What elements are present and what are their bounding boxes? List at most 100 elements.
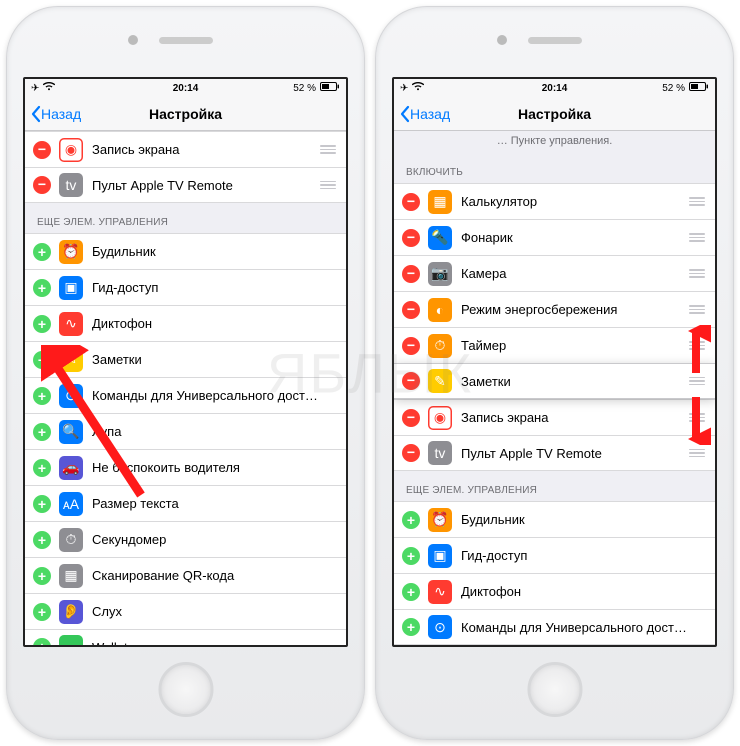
row-label: Слух — [92, 604, 338, 619]
table-row[interactable]: −▦Калькулятор — [394, 183, 715, 219]
table-row[interactable]: +⏰Будильник — [25, 233, 346, 269]
phone-left: ✈︎ 20:14 52 % Назад Настройка −◉Запись э… — [6, 6, 365, 740]
table-row[interactable]: +✎Заметки — [25, 341, 346, 377]
app-icon: ▭ — [59, 635, 83, 645]
table-row[interactable]: −tvПульт Apple TV Remote — [25, 167, 346, 203]
remove-button[interactable]: − — [402, 229, 420, 247]
back-button[interactable]: Назад — [394, 105, 450, 123]
app-icon: tv — [59, 173, 83, 197]
nav-bar: Назад Настройка — [394, 97, 715, 131]
reorder-grip-icon[interactable] — [318, 181, 338, 190]
app-icon: ◐ — [428, 298, 452, 322]
phone-camera — [497, 35, 507, 45]
reorder-grip-icon[interactable] — [687, 449, 707, 458]
row-label: Режим энергосбережения — [461, 302, 687, 317]
row-label: Гид-доступ — [92, 280, 338, 295]
remove-button[interactable]: − — [402, 193, 420, 211]
app-icon: ⏱ — [428, 334, 452, 358]
table-row[interactable]: +∿Диктофон — [394, 573, 715, 609]
table-row[interactable]: +👂Слух — [25, 593, 346, 629]
reorder-grip-icon[interactable] — [687, 233, 707, 242]
app-icon: 🚗 — [59, 456, 83, 480]
remove-button[interactable]: − — [402, 372, 420, 390]
table-row[interactable]: +▣Гид-доступ — [25, 269, 346, 305]
back-label: Назад — [41, 106, 81, 122]
table-row[interactable]: −✎Заметки — [394, 363, 715, 399]
row-label: Калькулятор — [461, 194, 687, 209]
table-row[interactable]: + ▭ Wallet — [25, 629, 346, 645]
table-row[interactable]: −◐ Режим энергосбережения — [394, 291, 715, 327]
table-row[interactable]: + 🚗 Не беспокоить водителя — [25, 449, 346, 485]
row-label: Команды для Универсального дост… — [92, 388, 338, 403]
section-header-more: ЕЩЕ ЭЛЕМ. УПРАВЛЕНИЯ — [25, 203, 346, 233]
add-button[interactable]: + — [402, 618, 420, 636]
remove-button[interactable]: − — [402, 444, 420, 462]
add-button[interactable]: + — [33, 387, 51, 405]
row-label: Секундомер — [92, 532, 338, 547]
app-icon: 🔦 — [428, 226, 452, 250]
row-label: Размер текста — [92, 496, 338, 511]
reorder-grip-icon[interactable] — [687, 341, 707, 350]
add-button[interactable]: + — [33, 638, 51, 645]
content-right[interactable]: … Пункте управления. ВКЛЮЧИТЬ −▦Калькуля… — [394, 131, 715, 645]
row-label: Wallet — [92, 640, 338, 646]
add-button[interactable]: + — [33, 567, 51, 585]
remove-button[interactable]: − — [402, 301, 420, 319]
app-icon: tv — [428, 441, 452, 465]
remove-button[interactable]: − — [402, 409, 420, 427]
add-button[interactable]: + — [33, 351, 51, 369]
add-button[interactable]: + — [402, 511, 420, 529]
home-button[interactable] — [527, 662, 582, 717]
app-icon: ᴀA — [59, 492, 83, 516]
phone-camera — [128, 35, 138, 45]
page-title: Настройка — [518, 106, 591, 122]
status-bar: ✈︎ 20:14 52 % — [394, 79, 715, 97]
table-row[interactable]: +🔍Лупа — [25, 413, 346, 449]
remove-button[interactable]: − — [33, 176, 51, 194]
add-button[interactable]: + — [33, 315, 51, 333]
app-icon: ▦ — [59, 564, 83, 588]
status-time: 20:14 — [542, 83, 568, 94]
add-button[interactable]: + — [33, 243, 51, 261]
reorder-grip-icon[interactable] — [687, 197, 707, 206]
table-row[interactable]: + ᴀA Размер текста — [25, 485, 346, 521]
app-icon: ⏰ — [428, 508, 452, 532]
table-row[interactable]: −📷Камера — [394, 255, 715, 291]
table-row[interactable]: −◉Запись экрана — [25, 131, 346, 167]
row-label: Будильник — [92, 244, 338, 259]
reorder-grip-icon[interactable] — [687, 269, 707, 278]
nav-bar: Назад Настройка — [25, 97, 346, 131]
table-row[interactable]: +▦Сканирование QR-кода — [25, 557, 346, 593]
table-row[interactable]: +⊙Команды для Универсального дост… — [25, 377, 346, 413]
table-row[interactable]: +⏰Будильник — [394, 501, 715, 537]
reorder-grip-icon[interactable] — [687, 377, 707, 386]
reorder-grip-icon[interactable] — [687, 413, 707, 422]
add-button[interactable]: + — [33, 603, 51, 621]
back-button[interactable]: Назад — [25, 105, 81, 123]
table-row[interactable]: −◉Запись экрана — [394, 399, 715, 435]
add-button[interactable]: + — [402, 583, 420, 601]
reorder-grip-icon[interactable] — [687, 305, 707, 314]
table-row[interactable]: −tvПульт Apple TV Remote — [394, 435, 715, 471]
app-icon: ✎ — [59, 348, 83, 372]
add-button[interactable]: + — [33, 279, 51, 297]
row-label: Не беспокоить водителя — [92, 460, 338, 475]
row-label: Таймер — [461, 338, 687, 353]
add-button[interactable]: + — [33, 531, 51, 549]
table-row[interactable]: +⏱Секундомер — [25, 521, 346, 557]
add-button[interactable]: + — [33, 495, 51, 513]
add-button[interactable]: + — [402, 547, 420, 565]
table-row[interactable]: +∿Диктофон — [25, 305, 346, 341]
content-left[interactable]: −◉Запись экрана−tvПульт Apple TV Remote … — [25, 131, 346, 645]
table-row[interactable]: +▣Гид-доступ — [394, 537, 715, 573]
remove-button[interactable]: − — [33, 141, 51, 159]
add-button[interactable]: + — [33, 459, 51, 477]
home-button[interactable] — [158, 662, 213, 717]
remove-button[interactable]: − — [402, 337, 420, 355]
add-button[interactable]: + — [33, 423, 51, 441]
table-row[interactable]: +⊙Команды для Универсального дост… — [394, 609, 715, 645]
table-row[interactable]: −🔦Фонарик — [394, 219, 715, 255]
remove-button[interactable]: − — [402, 265, 420, 283]
table-row[interactable]: −⏱ Таймер — [394, 327, 715, 363]
reorder-grip-icon[interactable] — [318, 145, 338, 154]
